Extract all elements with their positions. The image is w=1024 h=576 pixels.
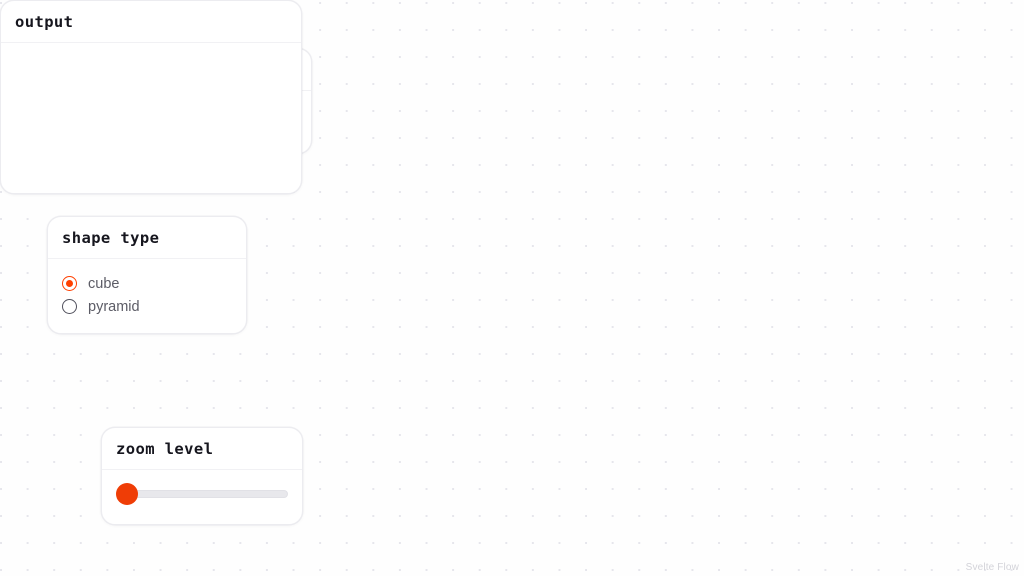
radio-pyramid-label: pyramid [88, 298, 140, 315]
cube-cluster-render [1, 43, 301, 193]
shape-type-body: cube pyramid [48, 259, 246, 332]
zoom-slider[interactable] [116, 483, 288, 505]
radio-cube-indicator[interactable] [62, 276, 77, 291]
radio-pyramid-indicator[interactable] [62, 299, 77, 314]
radio-option-cube[interactable]: cube [62, 272, 232, 295]
node-title-output: output [1, 1, 301, 43]
radio-option-pyramid[interactable]: pyramid [62, 295, 232, 318]
radio-cube-label: cube [88, 275, 120, 292]
node-title-zoom-level: zoom level [102, 428, 302, 470]
node-output[interactable]: output [0, 0, 302, 194]
node-title-shape-type: shape type [48, 217, 246, 259]
zoom-level-body [102, 470, 302, 519]
slider-thumb[interactable] [116, 483, 138, 505]
attribution-label[interactable]: Svelte Flow [966, 562, 1019, 573]
flow-canvas[interactable]: shape color #ff4000 shape type cube pyra… [0, 0, 1024, 576]
node-shape-type[interactable]: shape type cube pyramid [47, 216, 247, 334]
node-zoom-level[interactable]: zoom level [101, 427, 303, 525]
slider-track[interactable] [116, 490, 288, 498]
output-render-area [1, 43, 301, 193]
